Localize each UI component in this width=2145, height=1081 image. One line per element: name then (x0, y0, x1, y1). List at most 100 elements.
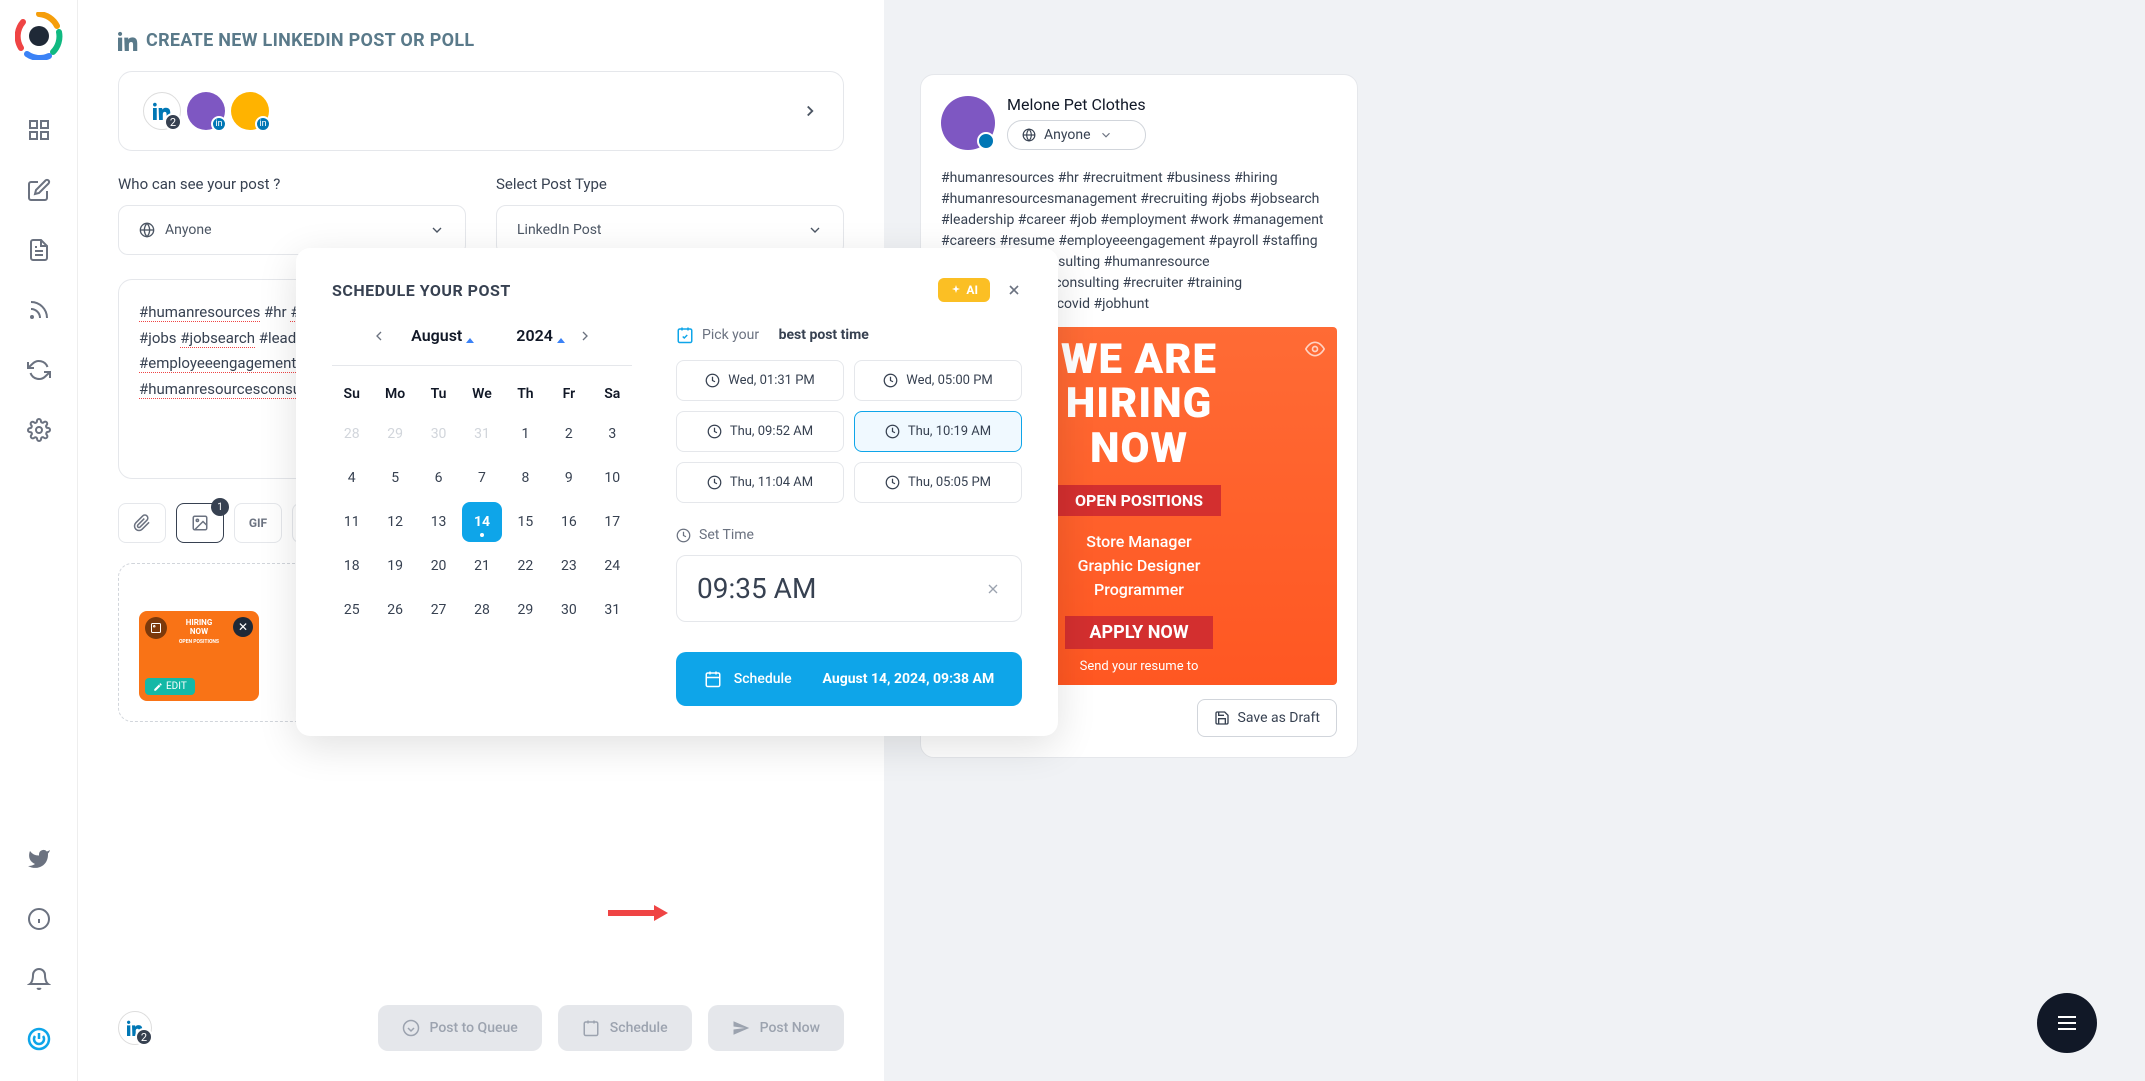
calendar-day[interactable]: 17 (593, 502, 632, 542)
time-suggestion[interactable]: Thu, 10:19 AM (854, 411, 1022, 452)
calendar-day[interactable]: 11 (332, 502, 371, 542)
calendar-day[interactable]: 23 (549, 546, 588, 586)
time-input[interactable]: 09:35 AM (676, 555, 1022, 622)
eye-icon[interactable] (1305, 339, 1325, 359)
calendar-icon (582, 1019, 600, 1037)
calendar-day[interactable]: 19 (375, 546, 414, 586)
clock-icon (885, 424, 900, 439)
calendar-day[interactable]: 28 (462, 590, 501, 630)
calendar-day[interactable]: 24 (593, 546, 632, 586)
calendar-day[interactable]: 27 (419, 590, 458, 630)
edit-media-button[interactable]: EDIT (145, 678, 195, 695)
close-button[interactable] (1006, 282, 1022, 298)
recycle-icon[interactable] (27, 358, 51, 382)
calendar-day[interactable]: 9 (549, 458, 588, 498)
year-select[interactable]: 2024 (516, 326, 553, 345)
chevron-down-icon (429, 222, 445, 238)
dashboard-icon[interactable] (27, 118, 51, 142)
compose-icon[interactable] (27, 178, 51, 202)
account-avatar[interactable]: in (187, 92, 225, 130)
calendar-day[interactable]: 4 (332, 458, 371, 498)
ai-badge[interactable]: AI (938, 278, 990, 302)
twitter-icon[interactable] (27, 847, 51, 871)
calendar-day[interactable]: 14 (462, 502, 501, 542)
accounts-selector[interactable]: 2 in in (118, 71, 844, 151)
image-button[interactable]: 1 (176, 503, 224, 543)
calendar-day[interactable]: 8 (506, 458, 545, 498)
clear-time-button[interactable] (985, 581, 1001, 597)
calendar-day[interactable]: 20 (419, 546, 458, 586)
calendar-day[interactable]: 28 (332, 414, 371, 454)
send-icon (732, 1019, 750, 1037)
popup-title: SCHEDULE YOUR POST (332, 281, 511, 300)
calendar-day[interactable]: 13 (419, 502, 458, 542)
post-to-queue-button[interactable]: Post to Queue (378, 1005, 542, 1051)
bell-icon[interactable] (27, 967, 51, 991)
power-icon[interactable] (27, 1027, 51, 1051)
calendar-day[interactable]: 22 (506, 546, 545, 586)
time-panel: Pick your best post time Wed, 01:31 PMWe… (676, 326, 1022, 706)
calendar-day[interactable]: 26 (375, 590, 414, 630)
dow-label: Tu (419, 378, 458, 410)
dow-label: We (462, 378, 501, 410)
fab-menu-button[interactable] (2037, 993, 2097, 1053)
calendar-day[interactable]: 3 (593, 414, 632, 454)
calendar-day[interactable]: 29 (506, 590, 545, 630)
gif-button[interactable]: GIF (234, 503, 282, 543)
calendar-day[interactable]: 30 (549, 590, 588, 630)
calendar-day[interactable]: 25 (332, 590, 371, 630)
calendar-day[interactable]: 6 (419, 458, 458, 498)
calendar-day[interactable]: 2 (549, 414, 588, 454)
time-suggestion[interactable]: Thu, 09:52 AM (676, 411, 844, 452)
calendar: August 2024 SuMoTuWeThFrSa28293031123456… (332, 326, 632, 706)
calendar-day[interactable]: 7 (462, 458, 501, 498)
paperclip-icon (133, 514, 151, 532)
month-select[interactable]: August (411, 326, 462, 345)
posts-icon[interactable] (27, 238, 51, 262)
account-avatar[interactable]: 2 (143, 92, 181, 130)
hero-heading: WE AREHIRINGNOW (1061, 338, 1217, 470)
calendar-day[interactable]: 29 (375, 414, 414, 454)
attach-button[interactable] (118, 503, 166, 543)
calendar-day[interactable]: 21 (462, 546, 501, 586)
info-icon[interactable] (27, 907, 51, 931)
post-now-button[interactable]: Post Now (708, 1005, 844, 1051)
calendar-day[interactable]: 18 (332, 546, 371, 586)
calendar-day[interactable]: 31 (462, 414, 501, 454)
calendar-day[interactable]: 31 (593, 590, 632, 630)
time-suggestion[interactable]: Thu, 11:04 AM (676, 462, 844, 503)
preview-avatar (941, 96, 995, 150)
calendar-day[interactable]: 16 (549, 502, 588, 542)
calendar-day[interactable]: 5 (375, 458, 414, 498)
chevron-down-icon (1099, 128, 1113, 142)
app-logo[interactable] (15, 12, 63, 60)
calendar-day[interactable]: 1 (506, 414, 545, 454)
account-avatar[interactable]: in (231, 92, 269, 130)
preview-visibility-pill[interactable]: Anyone (1007, 120, 1146, 150)
calendar-day[interactable]: 15 (506, 502, 545, 542)
positions-list: Store ManagerGraphic DesignerProgrammer (1078, 530, 1201, 602)
media-thumbnail[interactable]: ✕ HIRINGNOWOPEN POSITIONS EDIT (139, 611, 259, 701)
page-title: CREATE NEW LINKEDIN POST OR POLL (146, 30, 474, 51)
time-suggestion[interactable]: Wed, 01:31 PM (676, 360, 844, 401)
gif-label: GIF (249, 516, 267, 530)
image-icon (191, 514, 209, 532)
time-suggestion[interactable]: Thu, 05:05 PM (854, 462, 1022, 503)
calendar-day[interactable]: 30 (419, 414, 458, 454)
calendar-day[interactable]: 10 (593, 458, 632, 498)
avatar-stack: 2 in in (143, 92, 269, 130)
prev-month-button[interactable] (371, 328, 387, 344)
remove-media-button[interactable]: ✕ (233, 617, 253, 637)
calendar-day[interactable]: 12 (375, 502, 414, 542)
save-draft-button[interactable]: Save as Draft (1197, 699, 1337, 737)
schedule-button[interactable]: Schedule (558, 1005, 692, 1051)
settings-icon[interactable] (27, 418, 51, 442)
dow-label: Fr (549, 378, 588, 410)
next-month-button[interactable] (577, 328, 593, 344)
time-suggestion[interactable]: Wed, 05:00 PM (854, 360, 1022, 401)
preview-account-name: Melone Pet Clothes (1007, 95, 1146, 114)
feed-icon[interactable] (27, 298, 51, 322)
confirm-schedule-button[interactable]: Schedule August 14, 2024, 09:38 AM (676, 652, 1022, 706)
selected-account-avatar[interactable]: 2 (118, 1011, 152, 1045)
chevron-down-icon (807, 222, 823, 238)
